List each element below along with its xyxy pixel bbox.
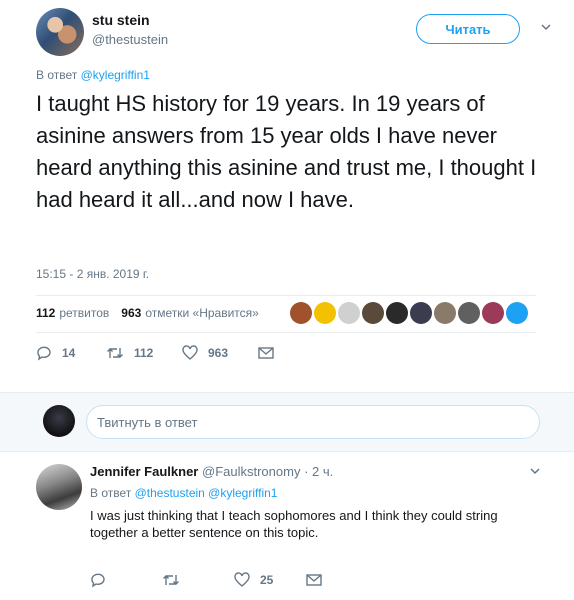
reply-time[interactable]: · 2 ч. xyxy=(304,464,333,479)
reply-context: В ответ @thestustein @kylegriffin1 xyxy=(90,486,277,500)
tweet-text: I taught HS history for 19 years. In 19 … xyxy=(36,91,537,212)
heart-icon xyxy=(182,345,198,360)
reply-context: В ответ @kylegriffin1 xyxy=(36,68,150,82)
retweets-stat[interactable]: 112 ретвитов xyxy=(36,306,109,320)
liker-avatar[interactable] xyxy=(482,302,504,324)
current-user-avatar[interactable] xyxy=(43,405,75,437)
retweet-icon xyxy=(163,575,179,585)
reply-author-avatar[interactable] xyxy=(36,464,82,510)
divider xyxy=(36,332,536,333)
liker-avatar[interactable] xyxy=(410,302,432,324)
direct-message-action[interactable] xyxy=(306,573,332,587)
reply-action[interactable]: 14 xyxy=(36,345,106,361)
reply-icon xyxy=(91,573,105,588)
reply-author-handle[interactable]: @Faulkstronomy xyxy=(202,464,300,479)
reply-author-name[interactable]: Jennifer Faulkner xyxy=(90,464,198,479)
envelope-icon xyxy=(258,347,274,359)
liker-avatar[interactable] xyxy=(338,302,360,324)
reply-compose: Твитнуть в ответ xyxy=(0,392,574,452)
liker-avatar[interactable] xyxy=(362,302,384,324)
likes-stat[interactable]: 963 отметки «Нравится» xyxy=(121,306,259,320)
author-name[interactable]: stu stein xyxy=(92,12,150,28)
follow-button[interactable]: Читать xyxy=(416,14,520,44)
like-count: 25 xyxy=(260,573,274,587)
reply-prefix: В ответ xyxy=(36,68,78,82)
reply-header: Jennifer Faulkner @Faulkstronomy · 2 ч. xyxy=(90,464,333,479)
liker-avatar[interactable] xyxy=(434,302,456,324)
direct-message-action[interactable] xyxy=(258,346,284,360)
like-action[interactable]: 25 xyxy=(234,572,306,588)
reply-action[interactable] xyxy=(90,572,162,588)
retweet-count: 112 xyxy=(134,346,154,360)
liker-avatar[interactable] xyxy=(386,302,408,324)
tweet-timestamp[interactable]: 15:15 - 2 янв. 2019 г. xyxy=(36,267,149,281)
chevron-down-icon[interactable] xyxy=(530,466,540,476)
retweet-icon xyxy=(107,348,123,358)
liker-avatar[interactable] xyxy=(314,302,336,324)
liker-avatar[interactable] xyxy=(458,302,480,324)
reply-actions: 25 xyxy=(90,572,332,588)
retweet-action[interactable] xyxy=(162,572,234,588)
reply-icon xyxy=(37,346,51,361)
reply-count: 14 xyxy=(62,346,76,360)
reply-prefix: В ответ xyxy=(90,486,132,500)
author-handle[interactable]: @thestustein xyxy=(92,32,168,47)
likers-avatars[interactable] xyxy=(290,302,528,324)
reply-text: I was just thinking that I teach sophomo… xyxy=(90,508,498,540)
reply-to-link[interactable]: @kylegriffin1 xyxy=(81,68,150,82)
liker-avatar[interactable] xyxy=(290,302,312,324)
heart-icon xyxy=(234,572,250,587)
divider xyxy=(36,295,536,296)
tweet-stats: 112 ретвитов 963 отметки «Нравится» xyxy=(36,306,259,320)
liker-avatar[interactable] xyxy=(506,302,528,324)
reply-input[interactable]: Твитнуть в ответ xyxy=(86,405,540,439)
tweet-actions: 14 112 963 xyxy=(36,345,284,361)
envelope-icon xyxy=(306,574,322,586)
author-avatar[interactable] xyxy=(36,8,84,56)
like-action[interactable]: 963 xyxy=(182,345,258,361)
like-count: 963 xyxy=(208,346,229,360)
retweet-action[interactable]: 112 xyxy=(106,345,182,361)
reply-to-link[interactable]: @thestustein @kylegriffin1 xyxy=(135,486,278,500)
chevron-down-icon[interactable] xyxy=(541,22,551,32)
